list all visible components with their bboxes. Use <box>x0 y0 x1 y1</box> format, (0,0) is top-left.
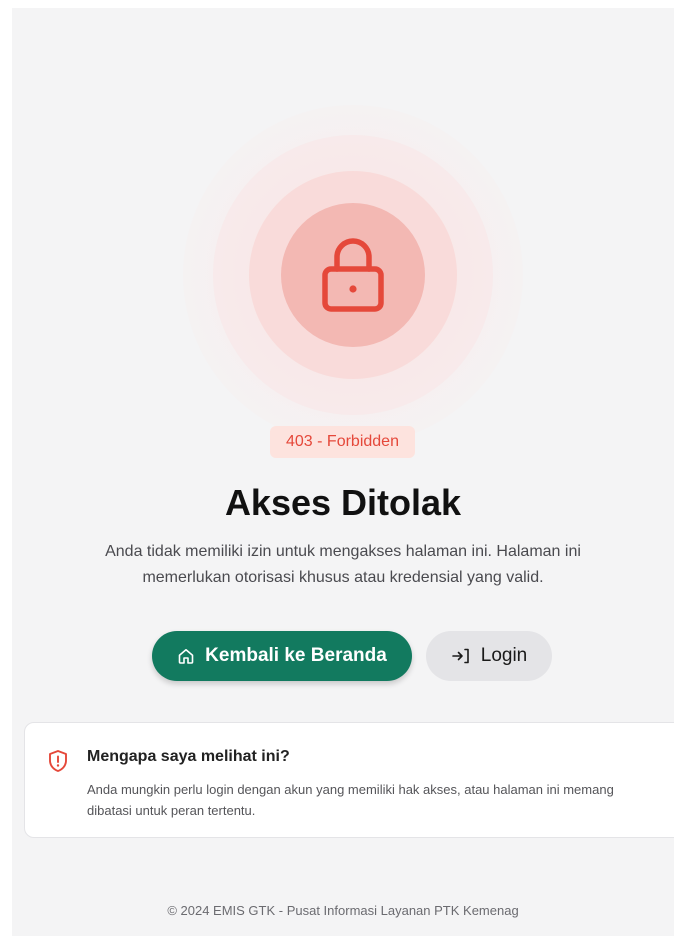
lock-illustration <box>183 105 523 445</box>
lock-icon <box>322 238 384 312</box>
login-button[interactable]: Login <box>426 631 552 681</box>
shield-alert-icon <box>49 750 67 772</box>
login-icon <box>451 648 469 664</box>
error-page: 403 - Forbidden Akses Ditolak Anda tidak… <box>12 8 674 936</box>
home-icon <box>178 649 194 664</box>
info-title: Mengapa saya melihat ini? <box>87 748 290 765</box>
login-label: Login <box>480 645 528 666</box>
status-badge: 403 - Forbidden <box>270 426 415 458</box>
page-title: Akses Ditolak <box>224 482 462 523</box>
info-text: Anda mungkin perlu login dengan akun yan… <box>87 782 614 818</box>
back-to-home-label: Kembali ke Beranda <box>205 645 387 666</box>
back-to-home-button[interactable]: Kembali ke Beranda <box>152 631 412 681</box>
footer-copyright: © 2024 EMIS GTK - Pusat Informasi Layana… <box>167 903 519 918</box>
info-card: Mengapa saya melihat ini? Anda mungkin p… <box>24 722 674 838</box>
error-description: Anda tidak memiliki izin untuk mengakses… <box>105 543 581 586</box>
